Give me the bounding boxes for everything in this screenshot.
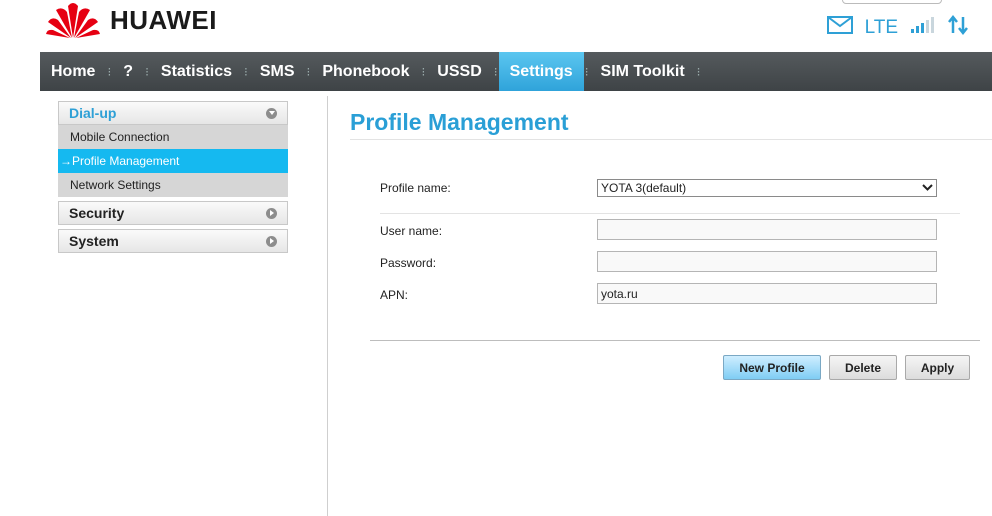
nav-phonebook[interactable]: Phonebook <box>311 52 420 91</box>
password-label: Password: <box>380 256 437 270</box>
envelope-icon[interactable] <box>826 16 853 39</box>
sidebar-group-security[interactable]: Security <box>58 201 288 225</box>
huawei-petal-icon <box>46 3 100 38</box>
apn-field[interactable] <box>597 283 937 304</box>
buttons-divider <box>370 340 980 341</box>
nav-help[interactable]: ? <box>112 52 144 91</box>
profile-name-select[interactable]: YOTA 3(default) <box>597 179 937 197</box>
sidebar-group-dial-up[interactable]: Dial-up <box>58 101 288 125</box>
title-divider <box>350 139 992 140</box>
sidebar-group-label: Security <box>69 205 125 221</box>
settings-sidebar: Dial-up Mobile Connection →Profile Manag… <box>58 101 288 253</box>
password-field[interactable] <box>597 251 937 272</box>
nav-sms[interactable]: SMS <box>249 52 306 91</box>
page-title: Profile Management <box>350 109 569 135</box>
profile-name-value: YOTA 3(default) <box>601 181 687 195</box>
new-profile-button[interactable]: New Profile <box>723 355 821 380</box>
status-bar: LTE <box>826 14 968 40</box>
brand-name: HUAWEI <box>110 4 217 35</box>
nav-separator: ⁝ <box>696 64 701 79</box>
nav-sim-toolkit[interactable]: SIM Toolkit <box>590 52 696 91</box>
username-label: User name: <box>380 224 443 238</box>
sidebar-item-mobile-connection[interactable]: Mobile Connection <box>58 125 288 149</box>
nav-home[interactable]: Home <box>40 52 106 91</box>
signal-strength-icon <box>910 16 936 39</box>
content-divider <box>327 96 328 516</box>
sidebar-group-system[interactable]: System <box>58 229 288 253</box>
collapse-icon <box>266 107 277 119</box>
chevron-down-icon <box>922 182 933 195</box>
nav-ussd[interactable]: USSD <box>426 52 492 91</box>
expand-icon <box>266 235 277 247</box>
header-input-fragment[interactable] <box>842 0 942 4</box>
dial-up-submenu: Mobile Connection →Profile Management Ne… <box>58 125 288 197</box>
huawei-logo: HUAWEI <box>46 0 217 40</box>
nav-settings[interactable]: Settings <box>498 52 584 91</box>
nav-statistics[interactable]: Statistics <box>150 52 243 91</box>
profile-name-label: Profile name: <box>380 181 451 195</box>
apply-button[interactable]: Apply <box>905 355 970 380</box>
sidebar-group-label: System <box>69 233 119 249</box>
network-type-label: LTE <box>864 16 898 38</box>
username-field[interactable] <box>597 219 937 240</box>
delete-button[interactable]: Delete <box>829 355 897 380</box>
form-divider <box>380 213 960 214</box>
apn-label: APN: <box>380 288 409 302</box>
sidebar-item-network-settings[interactable]: Network Settings <box>58 173 288 197</box>
data-transfer-icon <box>948 14 968 40</box>
sidebar-item-profile-management[interactable]: →Profile Management <box>58 149 288 173</box>
expand-icon <box>266 207 277 219</box>
sidebar-group-label: Dial-up <box>69 105 117 121</box>
main-nav: Home ⁝ ? ⁝ Statistics ⁝ SMS ⁝ Phonebook … <box>40 52 992 91</box>
